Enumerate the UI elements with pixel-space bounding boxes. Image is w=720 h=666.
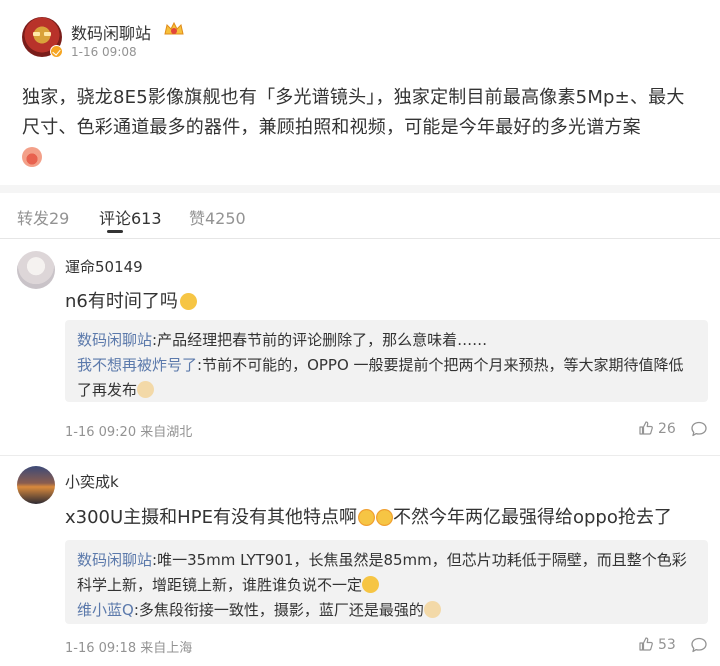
reply-item: 我不想再被炸号了:节前不可能的，OPPO 一般要提前个把两个月来预热，等大家期待… [77, 353, 696, 403]
reply-item: 数码闲聊站:唯一35mm LYT901，长焦虽然是85mm，但芯片功耗低于隔壁，… [77, 548, 696, 598]
thumbs-up-icon [639, 421, 653, 435]
like-count: 26 [658, 421, 676, 437]
reply-box[interactable]: 数码闲聊站:产品经理把春节前的评论删除了，那么意味着…… 我不想再被炸号了:节前… [65, 320, 708, 402]
avatar-eye [33, 32, 40, 36]
post-body: 独家，骁龙8E5影像旗舰也有「多光谱镜头」，独家定制目前最高像素5Mp±、最大尺… [22, 83, 702, 173]
reply-item: 数码闲聊站:产品经理把春节前的评论删除了，那么意味着…… [77, 328, 696, 353]
crown-badge-icon [164, 21, 184, 35]
tab-likes[interactable]: 赞4250 [189, 205, 246, 229]
post-header: 数码闲聊站 1-16 09:08 [0, 0, 720, 70]
comment-text-content: 不然今年两亿最强得给oppo抢去了 [392, 507, 672, 528]
comment-meta: 1-16 09:18 来自上海 [65, 641, 193, 656]
reply-text: :多焦段衔接一致性，摄影，蓝厂还是最强的 [133, 601, 424, 619]
commenter-name[interactable]: 小奕成k [65, 471, 119, 492]
comment-item: 小奕成k x300U主摄和HPE有没有其他特点啊 不然今年两亿最强得给oppo抢去… [0, 456, 720, 666]
comment-text: x300U主摄和HPE有没有其他特点啊 不然今年两亿最强得给oppo抢去了 [65, 503, 672, 529]
like-count: 53 [658, 637, 676, 653]
reply-text: :产品经理把春节前的评论删除了，那么意味着…… [152, 331, 488, 349]
comment-text-content: x300U主摄和HPE有没有其他特点啊 [65, 507, 357, 528]
tab-reposts[interactable]: 转发29 [17, 205, 69, 229]
reply-user[interactable]: 数码闲聊站 [77, 551, 152, 569]
comment-bubble-icon[interactable] [690, 420, 708, 438]
emoji-icon [22, 147, 42, 167]
comment-meta: 1-16 09:20 来自湖北 [65, 425, 193, 440]
comment-text-content: n6有时间了吗 [65, 291, 178, 312]
reply-user[interactable]: 我不想再被炸号了 [77, 356, 197, 374]
post-text: 独家，骁龙8E5影像旗舰也有「多光谱镜头」，独家定制目前最高像素5Mp±、最大尺… [22, 87, 685, 138]
active-tab-indicator [107, 230, 123, 233]
emoji-icon [137, 381, 155, 398]
reply-user[interactable]: 数码闲聊站 [77, 331, 152, 349]
emoji-icon [375, 509, 393, 526]
like-button[interactable]: 26 [638, 420, 676, 437]
comment-item: 運命50149 n6有时间了吗 数码闲聊站:产品经理把春节前的评论删除了，那么意… [0, 239, 720, 455]
tab-comments[interactable]: 评论613 [99, 205, 162, 229]
section-divider [0, 185, 720, 193]
interaction-tabs: 转发29 评论613 赞4250 [0, 193, 720, 239]
reply-text: :唯一35mm LYT901，长焦虽然是85mm，但芯片功耗低于隔壁，而且整个色… [77, 551, 687, 594]
author-name[interactable]: 数码闲聊站 [71, 20, 151, 44]
commenter-avatar[interactable] [17, 466, 55, 504]
emoji-icon [357, 509, 375, 526]
verified-badge-icon [50, 45, 63, 58]
like-button[interactable]: 53 [638, 636, 676, 653]
emoji-icon [362, 576, 380, 593]
emoji-icon [423, 601, 441, 618]
reply-item: 维小蓝Q:多焦段衔接一致性，摄影，蓝厂还是最强的 [77, 598, 696, 623]
commenter-name[interactable]: 運命50149 [65, 256, 143, 277]
comment-bubble-icon[interactable] [690, 636, 708, 654]
commenter-avatar[interactable] [17, 251, 55, 289]
comment-text: n6有时间了吗 [65, 287, 197, 313]
thumbs-up-icon [639, 637, 653, 651]
post-time: 1-16 09:08 [71, 45, 137, 59]
reply-box[interactable]: 数码闲聊站:唯一35mm LYT901，长焦虽然是85mm，但芯片功耗低于隔壁，… [65, 540, 708, 624]
reply-user[interactable]: 维小蓝Q [77, 601, 134, 619]
avatar-eye [44, 32, 51, 36]
emoji-icon [179, 293, 197, 310]
